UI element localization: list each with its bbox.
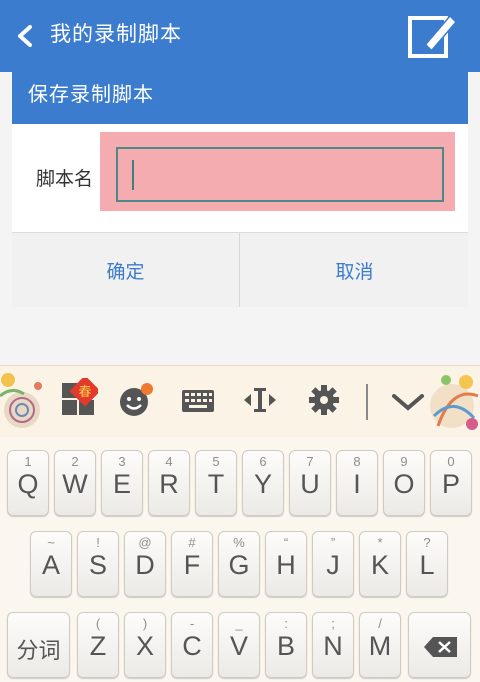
- key-t[interactable]: 5T: [195, 450, 237, 516]
- script-name-label: 脚本名: [36, 168, 94, 190]
- backspace-icon: [424, 637, 457, 657]
- floral-decoration-icon: [430, 375, 479, 430]
- toolbar-separator: [366, 384, 368, 420]
- dialog-title: 保存录制脚本: [28, 82, 154, 106]
- backspace-key[interactable]: [408, 612, 471, 678]
- edit-note-icon[interactable]: [406, 10, 458, 62]
- key-j[interactable]: ” J: [312, 531, 354, 597]
- emoji-icon[interactable]: [118, 382, 154, 418]
- key-n[interactable]: ; N: [312, 612, 354, 678]
- app-bar: 我的录制脚本: [0, 0, 480, 72]
- key-q[interactable]: 1Q: [7, 450, 49, 516]
- key-s[interactable]: ! S: [77, 531, 119, 597]
- key-g[interactable]: % G: [218, 531, 260, 597]
- key-e[interactable]: 3E: [101, 450, 143, 516]
- key-f[interactable]: # F: [171, 531, 213, 597]
- cancel-button[interactable]: 取消: [241, 233, 468, 307]
- chevron-left-icon[interactable]: [12, 22, 40, 50]
- floral-decoration-icon: [0, 373, 42, 428]
- dialog-buttons: 确定 取消: [12, 232, 468, 307]
- keyboard-icon[interactable]: [180, 382, 216, 418]
- key-z[interactable]: (Z: [77, 612, 119, 678]
- key-i[interactable]: 8I: [336, 450, 378, 516]
- key-m[interactable]: / M: [359, 612, 401, 678]
- key-v[interactable]: _ V: [218, 612, 260, 678]
- key-b[interactable]: :B: [265, 612, 307, 678]
- confirm-button[interactable]: 确定: [12, 233, 240, 307]
- script-name-input[interactable]: [116, 147, 444, 202]
- page-title: 我的录制脚本: [50, 22, 182, 46]
- svg-text:春: 春: [78, 385, 91, 400]
- key-r[interactable]: 4R: [148, 450, 190, 516]
- save-script-dialog: 保存录制脚本 脚本名 确定 取消: [12, 72, 468, 307]
- soft-keyboard: 1Q 2W 3E 4R 5T 6Y 7U 8I 9O 0P ~ A ! S @ D #…: [0, 437, 480, 682]
- key-a[interactable]: ~ A: [30, 531, 72, 597]
- keyboard-toolbar: 春: [0, 365, 480, 437]
- key-y[interactable]: 6Y: [242, 450, 284, 516]
- script-name-field-highlight: [100, 132, 455, 211]
- dialog-body: 脚本名: [12, 124, 468, 232]
- spring-festival-icon[interactable]: 春: [58, 378, 98, 418]
- key-c[interactable]: -C: [171, 612, 213, 678]
- cursor-move-icon[interactable]: [242, 382, 278, 418]
- key-d[interactable]: @ D: [124, 531, 166, 597]
- key-h[interactable]: “H: [265, 531, 307, 597]
- key-x[interactable]: ) X: [124, 612, 166, 678]
- key-p[interactable]: 0P: [430, 450, 472, 516]
- key-l[interactable]: ? L: [406, 531, 448, 597]
- dialog-header: 保存录制脚本: [12, 72, 468, 124]
- settings-icon[interactable]: [306, 382, 342, 418]
- key-w[interactable]: 2W: [54, 450, 96, 516]
- key-o[interactable]: 9O: [383, 450, 425, 516]
- text-caret: [132, 160, 134, 190]
- segment-key[interactable]: 分词: [7, 612, 70, 678]
- key-k[interactable]: * K: [359, 531, 401, 597]
- key-u[interactable]: 7U: [289, 450, 331, 516]
